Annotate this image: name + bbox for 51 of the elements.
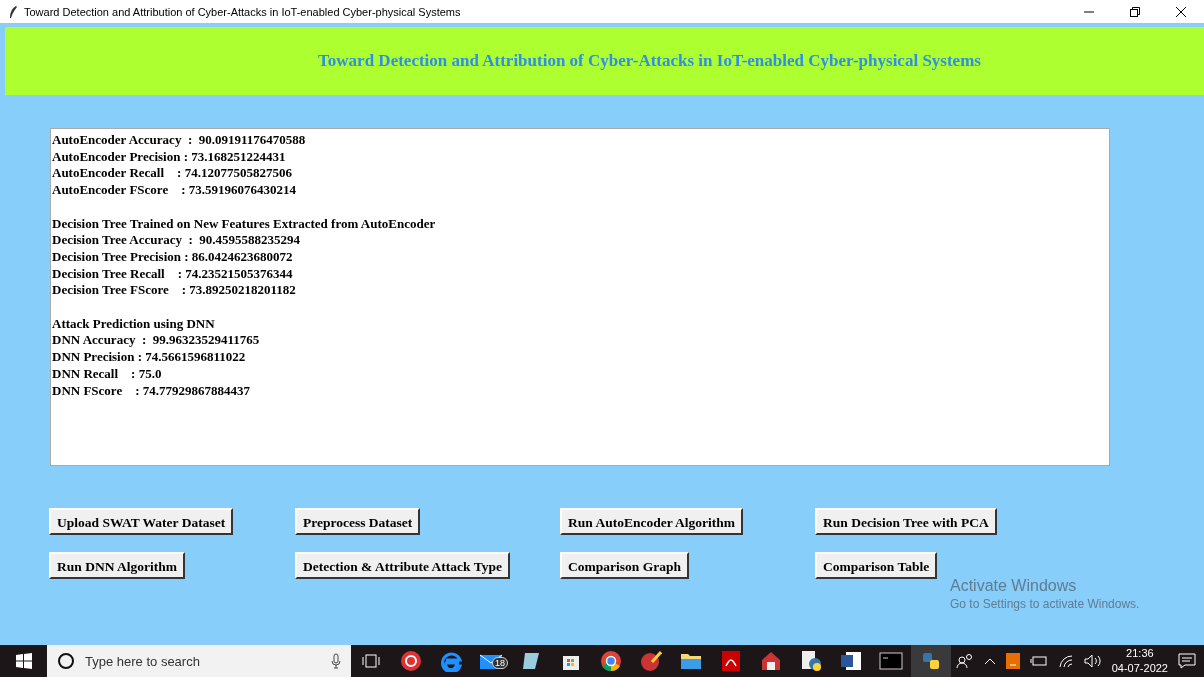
output-line: DNN Accuracy : 99.96323529411765 (52, 332, 260, 350)
output-line: Decision Tree FScore : 73.89250218201182 (52, 282, 296, 299)
action-button[interactable]: Upload SWAT Water Dataset (49, 508, 234, 535)
output-line: AutoEncoder FScore : 73.59196076430214 (52, 182, 296, 199)
activation-hint: Go to Settings to activate Windows. (950, 597, 1140, 611)
pdf-icon[interactable] (721, 650, 741, 672)
chevron-up-icon[interactable] (983, 657, 996, 665)
people-icon[interactable] (955, 653, 974, 669)
task-view-icon[interactable] (362, 654, 380, 668)
output-line: DNN FScore : 74.77929867884437 (52, 382, 250, 400)
output-line: AutoEncoder Recall : 74.12077505827506 (52, 165, 292, 183)
output-line: AutoEncoder Precision : 73.168251224431 (52, 148, 286, 166)
output-line: Decision Tree Accuracy : 90.4595588235294 (52, 232, 301, 249)
action-button[interactable]: Run Decision Tree with PCA (815, 508, 997, 535)
app-icon[interactable] (400, 650, 422, 672)
wifi-icon[interactable] (1057, 654, 1074, 668)
output-line: DNN Recall : 75.0 (52, 365, 162, 383)
chrome-icon[interactable] (600, 650, 622, 672)
folder-icon[interactable] (680, 652, 702, 670)
microphone-icon[interactable] (331, 653, 341, 669)
output-line: DNN Precision : 74.5661596811022 (52, 349, 246, 366)
windows-icon[interactable] (15, 653, 32, 669)
search-field[interactable]: Type here to search (83, 652, 323, 670)
action-button[interactable]: Run AutoEncoder Algorithm (560, 508, 744, 535)
action-button[interactable]: Comparison Table (815, 552, 938, 579)
output-line: Decision Tree Precision : 86.0424623680072 (52, 248, 293, 266)
feather-icon (8, 4, 18, 19)
clock[interactable]: 21:36 04-07-2022 (1111, 646, 1168, 676)
brush-icon[interactable] (640, 650, 662, 672)
house-icon[interactable] (760, 650, 782, 672)
search-icon (57, 652, 75, 670)
output-line: Decision Tree Trained on New Features Extracted from AutoEncoder (52, 215, 436, 233)
close-icon[interactable] (1175, 5, 1187, 18)
action-button[interactable]: Preprocess Dataset (295, 508, 421, 535)
action-button[interactable]: Detection & Attribute Attack Type (295, 552, 510, 579)
notification-icon[interactable] (1178, 653, 1196, 669)
window-title: Toward Detection and Attribution of Cyber-Attacks in IoT-enabled Cyber-physical Systems (24, 5, 461, 18)
restore-icon[interactable] (1129, 5, 1141, 18)
output-line: Decision Tree Recall : 74.23521505376344 (52, 265, 293, 283)
search-bar[interactable]: Type here to search (47, 645, 351, 677)
activation-notice: Activate Windows (950, 577, 1078, 595)
output-line: Attack Prediction using DNN (52, 315, 215, 333)
app-heading: Toward Detection and Attribution of Cyber-Attacks in IoT-enabled Cyber-physical Systems (318, 51, 981, 71)
output-line: AutoEncoder Accuracy : 90.09191176470588 (52, 132, 306, 149)
battery-icon[interactable] (1029, 654, 1048, 668)
action-button[interactable]: Run DNN Algorithm (49, 552, 185, 579)
action-button[interactable]: Comparison Graph (560, 552, 689, 579)
volume-icon[interactable] (1083, 654, 1102, 668)
browser-icon[interactable] (440, 650, 462, 672)
terminal-icon[interactable] (879, 652, 903, 670)
word-icon[interactable] (840, 650, 862, 672)
